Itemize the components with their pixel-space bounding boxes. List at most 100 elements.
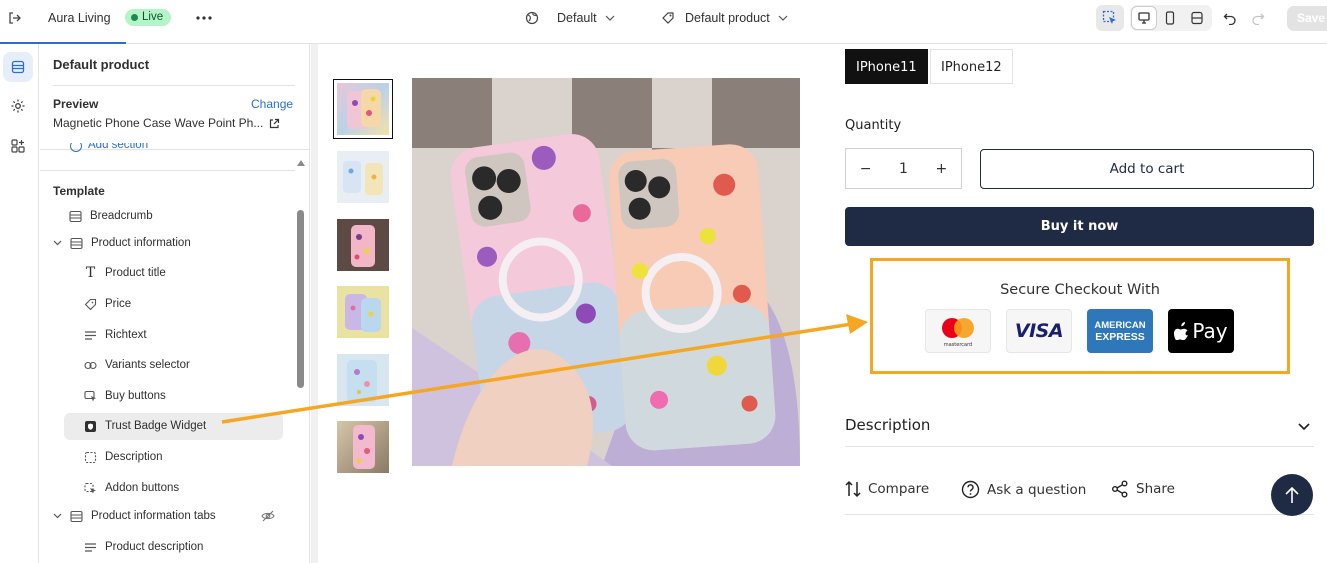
share-icon [1112,480,1128,498]
storefront-preview: IPhone11 IPhone12 Quantity − 1 + Add to … [318,44,1327,563]
tree-item-label: Trust Badge Widget [105,420,207,432]
inspector-toggle[interactable] [1096,5,1124,31]
tree-item-label: Breadcrumb [90,210,153,222]
tree-item-variants-selector[interactable]: Variants selector [84,353,190,377]
variant-option-selected[interactable]: IPhone11 [845,49,928,84]
tree-item-label: Variants selector [105,359,190,371]
amex-label-top: AMERICAN [1094,319,1146,331]
chevron-down-icon [605,15,615,21]
quantity-decrease-button[interactable]: − [860,161,872,177]
chevron-down-icon [778,15,788,21]
mastercard-icon: mastercard [925,309,991,353]
external-link-icon [270,118,280,128]
compare-icon [845,480,861,498]
price-tag-icon [84,298,97,311]
exit-icon[interactable] [6,9,24,27]
product-thumbnail[interactable] [337,421,389,473]
mobile-icon [1165,11,1175,25]
share-button[interactable]: Share [1111,480,1175,498]
product-thumbnail[interactable] [337,219,389,271]
add-to-cart-button[interactable]: Add to cart [980,149,1314,189]
buy-icon [84,390,97,403]
sections-rail-button[interactable] [3,52,33,82]
quantity-value[interactable]: 1 [899,161,908,177]
template-selector[interactable]: Default product [661,9,788,27]
add-section-label: Add section [88,143,149,151]
left-rail [0,44,39,563]
mobile-view-button[interactable] [1158,6,1182,30]
tree-item-description[interactable]: Description [84,445,163,469]
mastercard-label: mastercard [944,342,972,348]
ask-question-button[interactable]: Ask a question [961,480,1086,499]
ask-question-label: Ask a question [987,481,1087,498]
redo-button[interactable] [1248,8,1268,28]
desktop-view-button[interactable] [1131,6,1157,30]
tree-item-label: Product title [105,267,166,279]
product-thumbnail[interactable] [333,79,393,139]
tree-item-richtext[interactable]: Richtext [84,323,147,347]
sidebar-scrollbar[interactable] [297,210,304,388]
tree-item-label: Product description [105,541,204,553]
back-to-top-button[interactable] [1271,474,1313,516]
apps-rail-button[interactable] [3,131,33,161]
status-badge-label: Live [142,11,164,23]
compare-button[interactable]: Compare [845,480,929,498]
fullscreen-view-button[interactable] [1185,6,1209,30]
tree-item-product-title[interactable]: T Product title [84,261,166,285]
divider [845,446,1314,447]
badge-icon [84,420,97,433]
tree-item-product-information[interactable]: Product information [53,231,191,255]
section-icon [70,237,83,250]
tree-item-price[interactable]: Price [84,292,131,316]
tree-item-label: Richtext [105,329,147,341]
theme-selector-label: Default [557,11,597,25]
status-badge: Live [125,9,172,26]
settings-rail-button[interactable] [3,91,33,121]
description-accordion[interactable]: Description [845,416,930,434]
product-thumbnail[interactable] [337,151,389,203]
hidden-eye-icon[interactable] [261,510,275,525]
chevron-down-icon [53,513,62,519]
quantity-increase-button[interactable]: + [935,161,947,177]
tree-item-addon-buttons[interactable]: Addon buttons [84,476,179,500]
split-view-icon [1191,11,1203,25]
selector-cursor-icon [1102,10,1116,24]
tree-item-buy-buttons[interactable]: Buy buttons [84,384,166,408]
divider [53,85,295,86]
tree-item-trust-badge-widget[interactable]: Trust Badge Widget [84,414,206,438]
buy-now-button[interactable]: Buy it now [845,207,1314,246]
more-options-icon[interactable] [194,9,214,27]
tree-item-label: Addon buttons [105,482,180,494]
product-thumbnail[interactable] [337,354,389,406]
tree-item-label: Price [105,298,132,310]
variants-icon [84,359,97,372]
change-preview-link[interactable]: Change [251,97,293,111]
quantity-label: Quantity [845,118,902,133]
trust-badge-widget[interactable]: Secure Checkout With mastercard VISA AME… [870,258,1290,374]
variant-option[interactable]: IPhone12 [930,49,1013,84]
tree-item-label: Product information tabs [91,510,216,522]
undo-button[interactable] [1220,8,1240,28]
undo-icon [1223,13,1236,25]
tree-item-product-description[interactable]: Product description [84,535,203,559]
compare-label: Compare [868,481,930,497]
divider [845,514,1314,515]
product-thumbnail[interactable] [337,286,389,338]
theme-selector[interactable]: Default [525,9,615,27]
scroll-up-icon[interactable] [296,156,306,170]
visa-label: VISA [1014,320,1064,342]
gear-icon [11,99,25,113]
tree-item-product-information-tabs[interactable]: Product information tabs [53,504,216,528]
chevron-down-icon[interactable] [1298,420,1310,434]
main-product-image[interactable] [412,78,800,466]
add-section-link[interactable]: Add section [70,143,148,152]
amex-icon: AMERICAN EXPRESS [1087,309,1153,353]
apple-pay-label: Pay [1192,319,1228,343]
redo-icon [1252,13,1265,25]
save-button[interactable]: Save [1287,6,1327,31]
tree-item-breadcrumb[interactable]: Breadcrumb [69,204,153,228]
preview-product[interactable]: Magnetic Phone Case Wave Point Ph... [53,116,280,130]
trust-badge-title: Secure Checkout With [1000,282,1160,298]
lines-icon [84,329,97,342]
arrow-up-icon [1285,486,1299,503]
